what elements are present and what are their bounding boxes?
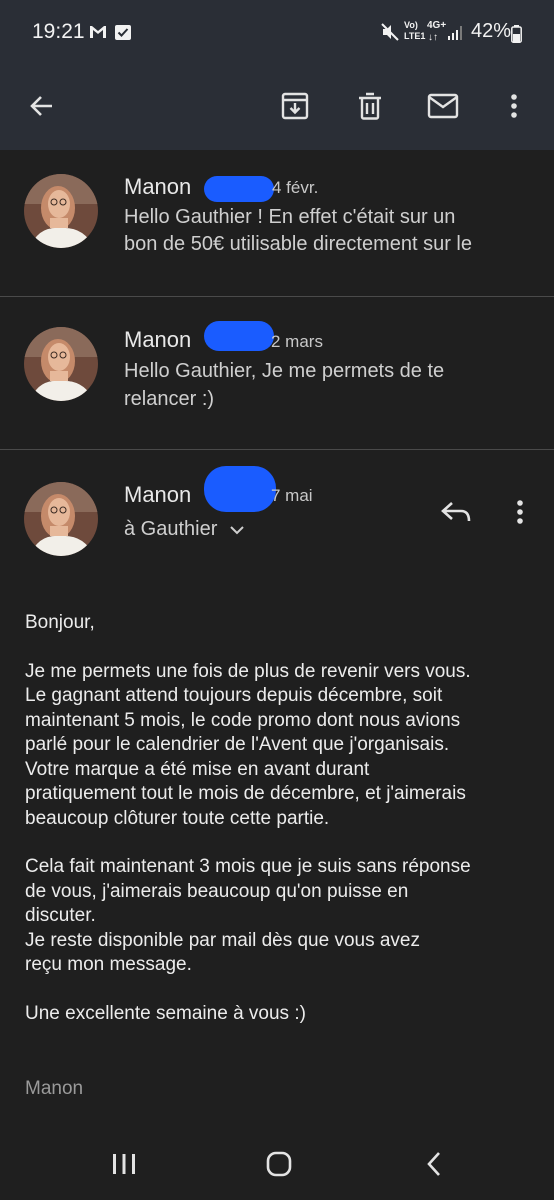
reply-icon	[441, 502, 471, 522]
delete-icon	[359, 92, 381, 120]
avatar	[24, 327, 98, 401]
top-app-bar	[0, 64, 554, 150]
message-date: 4 févr.	[272, 178, 319, 197]
chevron-down-icon	[230, 525, 245, 534]
message-date: 7 mai	[271, 486, 313, 505]
message-snippet: Hello Gauthier ! En effet c'était sur un	[124, 206, 456, 228]
body-line: Je reste disponible par mail dès que vou…	[25, 929, 421, 951]
body-line: Le gagnant attend toujours depuis décemb…	[25, 685, 443, 706]
sender-name: Manon	[124, 327, 192, 352]
body-line: discuter.	[25, 905, 96, 926]
message-more-options-button[interactable]	[502, 490, 538, 534]
avatar	[24, 482, 98, 556]
message-snippet: bon de 50€ utilisable directement sur le	[124, 233, 472, 255]
volte-indicator: Vo) LTE1	[404, 20, 426, 41]
recipient-details-toggle[interactable]: à Gauthier	[124, 518, 245, 541]
signature: Manon	[25, 1078, 84, 1099]
status-time: 19:21	[32, 20, 85, 43]
avatar-photo	[24, 482, 98, 556]
back-button[interactable]	[18, 82, 66, 130]
recents-icon	[113, 1154, 135, 1174]
battery-percent: 42%	[471, 20, 512, 42]
battery-icon	[511, 25, 522, 43]
data-arrows-icon: ↓↑	[428, 32, 438, 43]
recipient-label: à Gauthier	[124, 518, 218, 540]
body-line: reçu mon message.	[25, 954, 192, 975]
body-line: maintenant 5 mois, le code promo dont no…	[25, 709, 461, 731]
paragraph: Je me permets une fois de plus de reveni…	[25, 660, 545, 832]
body-line: de vous, j'aimerais beaucoup qu'on puiss…	[25, 880, 409, 902]
archive-icon	[281, 92, 309, 120]
home-button[interactable]	[255, 1144, 303, 1184]
avatar-photo	[24, 174, 98, 248]
network-indicator: 4G+	[427, 20, 447, 31]
paragraph: Cela fait maintenant 3 mois que je suis …	[25, 855, 545, 978]
body-line: beaucoup clôturer toute cette partie.	[25, 807, 330, 829]
body-line: Je me permets une fois de plus de reveni…	[25, 660, 471, 682]
gmail-icon	[90, 26, 106, 38]
signal-icon	[448, 26, 462, 40]
avatar	[24, 174, 98, 248]
reply-button[interactable]	[432, 490, 480, 534]
body-line: pratiquement tout le mois de décembre, e…	[25, 783, 466, 804]
nav-back-button[interactable]	[410, 1144, 458, 1184]
back-arrow-icon	[30, 96, 52, 116]
more-options-button[interactable]	[490, 82, 538, 130]
closing: Une excellente semaine à vous :)	[25, 1002, 306, 1024]
body-line: Votre marque a été mise en avant durant	[25, 758, 370, 780]
mark-unread-icon	[427, 93, 459, 119]
archive-button[interactable]	[271, 82, 319, 130]
redaction-mark	[204, 176, 274, 202]
system-nav-bar	[0, 1130, 554, 1200]
status-bar: 19:21 Vo) LTE1 4G+ ↓↑ 42%	[0, 0, 554, 64]
mute-icon	[381, 23, 399, 41]
thread-message-collapsed[interactable]: Manon 4 févr. Hello Gauthier ! En effet …	[0, 150, 554, 296]
more-vert-icon	[517, 500, 523, 524]
mark-unread-button[interactable]	[419, 82, 467, 130]
message-body: Bonjour, Je me permets une fois de plus …	[25, 611, 545, 1050]
recents-button[interactable]	[100, 1144, 148, 1184]
thread-message-collapsed[interactable]: Manon 2 mars Hello Gauthier, Je me perme…	[0, 297, 554, 449]
avatar-photo	[24, 327, 98, 401]
thread-message-expanded-header: Manon 7 mai à Gauthier	[0, 450, 554, 560]
message-snippet: relancer :)	[124, 388, 215, 410]
redaction-mark	[204, 321, 274, 351]
greeting: Bonjour,	[25, 612, 95, 633]
chevron-left-icon	[427, 1152, 440, 1176]
redaction-mark	[204, 466, 276, 512]
message-date: 2 mars	[271, 332, 323, 351]
body-line: parlé pour le calendrier de l'Avent que …	[25, 734, 450, 755]
sender-name: Manon	[124, 174, 192, 199]
check-square-icon	[115, 25, 131, 40]
delete-button[interactable]	[346, 82, 394, 130]
body-line: Cela fait maintenant 3 mois que je suis …	[25, 856, 471, 877]
sender-name: Manon	[124, 482, 192, 507]
home-icon	[266, 1151, 292, 1177]
message-snippet: Hello Gauthier, Je me permets de te	[124, 360, 445, 382]
more-vert-icon	[511, 94, 517, 118]
